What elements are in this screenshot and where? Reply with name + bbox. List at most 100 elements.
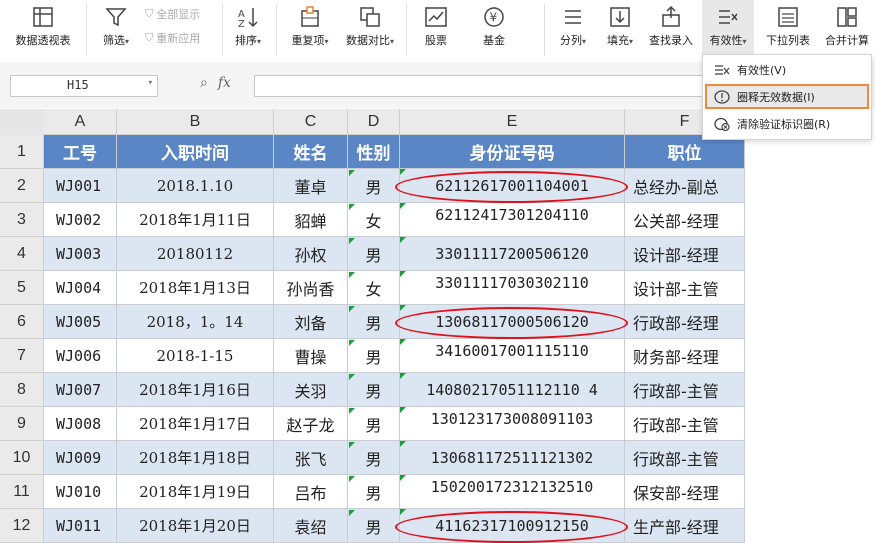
zoom-search-icon[interactable]: ⌕ xyxy=(200,75,208,91)
name-cell[interactable]: 赵子龙 xyxy=(274,407,348,441)
position-cell[interactable]: 行政部-主管 xyxy=(625,407,745,441)
name-cell[interactable]: 董卓 xyxy=(274,169,348,203)
header-cell[interactable]: 入职时间 xyxy=(117,135,274,169)
row-header[interactable]: 3 xyxy=(0,203,44,237)
column-header-d[interactable]: D xyxy=(348,109,400,135)
row-header[interactable]: 5 xyxy=(0,271,44,305)
row-header[interactable]: 6 xyxy=(0,305,44,339)
position-cell[interactable]: 总经办-副总 xyxy=(625,169,745,203)
menu-item-validity[interactable]: 有效性(V) xyxy=(705,57,869,82)
hire-date-cell[interactable]: 2018年1月17日 xyxy=(117,407,274,441)
id-number-cell[interactable]: 33011117200506120 xyxy=(400,237,625,271)
hire-date-cell[interactable]: 2018年1月16日 xyxy=(117,373,274,407)
gender-cell[interactable]: 男 xyxy=(348,441,400,475)
duplicates-button[interactable]: 重复项▾ xyxy=(284,0,336,60)
name-cell[interactable]: 孙尚香 xyxy=(274,271,348,305)
hire-date-cell[interactable]: 2018.1.10 xyxy=(117,169,274,203)
id-number-cell[interactable]: 14080217051112110 4 xyxy=(400,373,625,407)
gender-cell[interactable]: 男 xyxy=(348,339,400,373)
position-cell[interactable]: 保安部-经理 xyxy=(625,475,745,509)
id-number-cell[interactable]: 34160017001115110 xyxy=(400,339,625,373)
position-cell[interactable]: 财务部-经理 xyxy=(625,339,745,373)
hire-date-cell[interactable]: 2018年1月20日 xyxy=(117,509,274,543)
position-cell[interactable]: 公关部-经理 xyxy=(625,203,745,237)
hire-date-cell[interactable]: 2018-1-15 xyxy=(117,339,274,373)
id-number-cell[interactable]: 62112417301204110 xyxy=(400,203,625,237)
pivot-table-button[interactable]: 数据透视表 xyxy=(8,0,78,60)
gender-cell[interactable]: 男 xyxy=(348,475,400,509)
position-cell[interactable]: 设计部-主管 xyxy=(625,271,745,305)
name-cell[interactable]: 孙权 xyxy=(274,237,348,271)
id-number-cell[interactable]: 41162317100912150 xyxy=(400,509,625,543)
hire-date-cell[interactable]: 2018年1月13日 xyxy=(117,271,274,305)
id-number-cell[interactable]: 62112617001104001 xyxy=(400,169,625,203)
header-cell[interactable]: 职位 xyxy=(625,135,745,169)
chevron-down-icon[interactable]: ▾ xyxy=(148,78,153,88)
employee-id-cell[interactable]: WJ007 xyxy=(44,373,117,407)
name-cell[interactable]: 刘备 xyxy=(274,305,348,339)
position-cell[interactable]: 行政部-主管 xyxy=(625,441,745,475)
column-header-c[interactable]: C xyxy=(274,109,348,135)
name-cell[interactable]: 袁绍 xyxy=(274,509,348,543)
position-cell[interactable]: 行政部-主管 xyxy=(625,373,745,407)
row-header[interactable]: 7 xyxy=(0,339,44,373)
position-cell[interactable]: 设计部-经理 xyxy=(625,237,745,271)
gender-cell[interactable]: 男 xyxy=(348,373,400,407)
name-cell[interactable]: 曹操 xyxy=(274,339,348,373)
select-all-corner[interactable] xyxy=(0,109,45,136)
id-number-cell[interactable]: 130681172511121302 xyxy=(400,441,625,475)
position-cell[interactable]: 行政部-经理 xyxy=(625,305,745,339)
id-number-cell[interactable]: 150200172312132510 xyxy=(400,475,625,509)
employee-id-cell[interactable]: WJ010 xyxy=(44,475,117,509)
column-header-b[interactable]: B xyxy=(117,109,274,135)
split-column-button[interactable]: 分列▾ xyxy=(553,0,593,60)
hire-date-cell[interactable]: 2018，1。14 xyxy=(117,305,274,339)
hire-date-cell[interactable]: 2018年1月19日 xyxy=(117,475,274,509)
employee-id-cell[interactable]: WJ006 xyxy=(44,339,117,373)
hire-date-cell[interactable]: 2018年1月11日 xyxy=(117,203,274,237)
id-number-cell[interactable]: 130123173008091103 xyxy=(400,407,625,441)
employee-id-cell[interactable]: WJ002 xyxy=(44,203,117,237)
name-cell[interactable]: 张飞 xyxy=(274,441,348,475)
hire-date-cell[interactable]: 2018年1月18日 xyxy=(117,441,274,475)
employee-id-cell[interactable]: WJ005 xyxy=(44,305,117,339)
menu-item-clear-circles[interactable]: 清除验证标识圈(R) xyxy=(705,111,869,136)
id-number-cell[interactable]: 33011117030302110 xyxy=(400,271,625,305)
employee-id-cell[interactable]: WJ009 xyxy=(44,441,117,475)
row-header[interactable]: 11 xyxy=(0,475,44,509)
gender-cell[interactable]: 女 xyxy=(348,203,400,237)
employee-id-cell[interactable]: WJ003 xyxy=(44,237,117,271)
dropdown-list-button[interactable]: 下拉列表 xyxy=(760,0,816,60)
hire-date-cell[interactable]: 20180112 xyxy=(117,237,274,271)
filter-button[interactable]: 筛选▾ xyxy=(96,0,136,60)
column-header-e[interactable]: E xyxy=(400,109,625,135)
row-header[interactable]: 4 xyxy=(0,237,44,271)
row-header[interactable]: 9 xyxy=(0,407,44,441)
header-cell[interactable]: 工号 xyxy=(44,135,117,169)
row-header[interactable]: 8 xyxy=(0,373,44,407)
name-cell[interactable]: 吕布 xyxy=(274,475,348,509)
row-header[interactable]: 2 xyxy=(0,169,44,203)
employee-id-cell[interactable]: WJ011 xyxy=(44,509,117,543)
show-all-button[interactable]: ⛉ 全部显示 xyxy=(145,6,200,22)
sort-button[interactable]: AZ 排序▾ xyxy=(228,0,268,60)
gender-cell[interactable]: 男 xyxy=(348,407,400,441)
id-number-cell[interactable]: 13068117000506120 xyxy=(400,305,625,339)
header-cell[interactable]: 性别 xyxy=(348,135,400,169)
header-cell[interactable]: 身份证号码 xyxy=(400,135,625,169)
employee-id-cell[interactable]: WJ004 xyxy=(44,271,117,305)
gender-cell[interactable]: 男 xyxy=(348,509,400,543)
column-header-a[interactable]: A xyxy=(44,109,117,135)
gender-cell[interactable]: 女 xyxy=(348,271,400,305)
validity-button[interactable]: 有效性▾ xyxy=(702,0,754,60)
name-cell[interactable]: 貂蝉 xyxy=(274,203,348,237)
formula-input[interactable] xyxy=(254,75,706,97)
row-header[interactable]: 12 xyxy=(0,509,44,543)
gender-cell[interactable]: 男 xyxy=(348,305,400,339)
fx-icon[interactable]: fx xyxy=(218,75,231,91)
data-compare-button[interactable]: 数据对比▾ xyxy=(340,0,400,60)
fund-button[interactable]: ¥ 基金 xyxy=(474,0,514,60)
fill-button[interactable]: 填充▾ xyxy=(600,0,640,60)
row-header[interactable]: 10 xyxy=(0,441,44,475)
stock-button[interactable]: 股票 xyxy=(416,0,456,60)
